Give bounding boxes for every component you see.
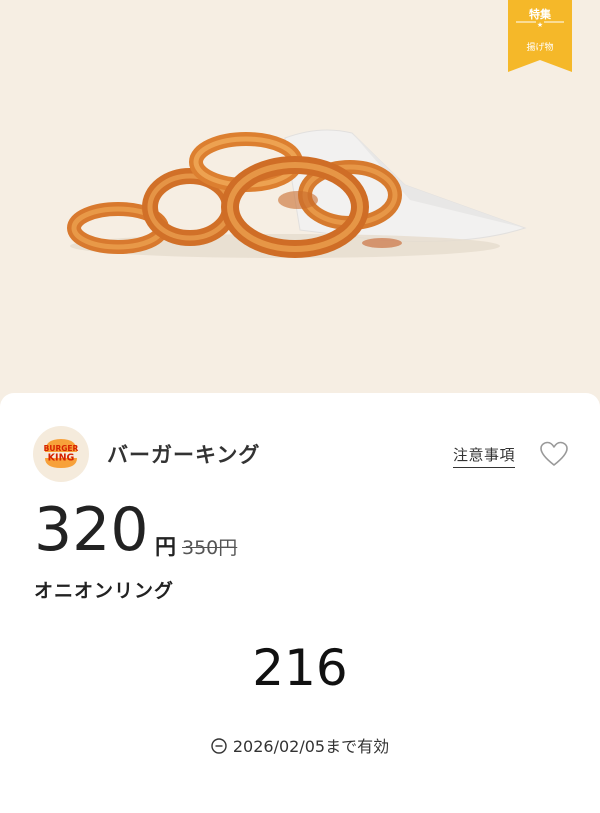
ribbon-label-category: 揚げ物 bbox=[526, 43, 554, 53]
validity-row: 2026/02/05まで有効 bbox=[0, 733, 600, 757]
item-name: オニオンリング bbox=[34, 580, 175, 602]
original-price: 350円 bbox=[182, 537, 238, 559]
brand-logo: BURGER KING bbox=[33, 426, 89, 482]
discount-price: 320 bbox=[34, 495, 149, 565]
heart-outline-icon[interactable] bbox=[539, 440, 569, 468]
clock-minus-icon bbox=[211, 738, 227, 754]
svg-text:KING: KING bbox=[48, 453, 75, 464]
validity-text: 2026/02/05まで有効 bbox=[232, 737, 390, 756]
coupon-card: BURGER KING バーガーキング 注意事項 320 円 350円 オニオン… bbox=[0, 393, 600, 813]
price-currency: 円 bbox=[155, 535, 176, 559]
coupon-code: 216 bbox=[252, 639, 348, 697]
category-ribbon: 特集 ★ 揚げ物 bbox=[508, 0, 572, 72]
notes-link[interactable]: 注意事項 bbox=[453, 444, 516, 468]
ribbon-label-feature: 特集 bbox=[529, 8, 551, 21]
ribbon-star-icon: ★ bbox=[536, 21, 544, 29]
store-name: バーガーキング bbox=[107, 443, 261, 467]
